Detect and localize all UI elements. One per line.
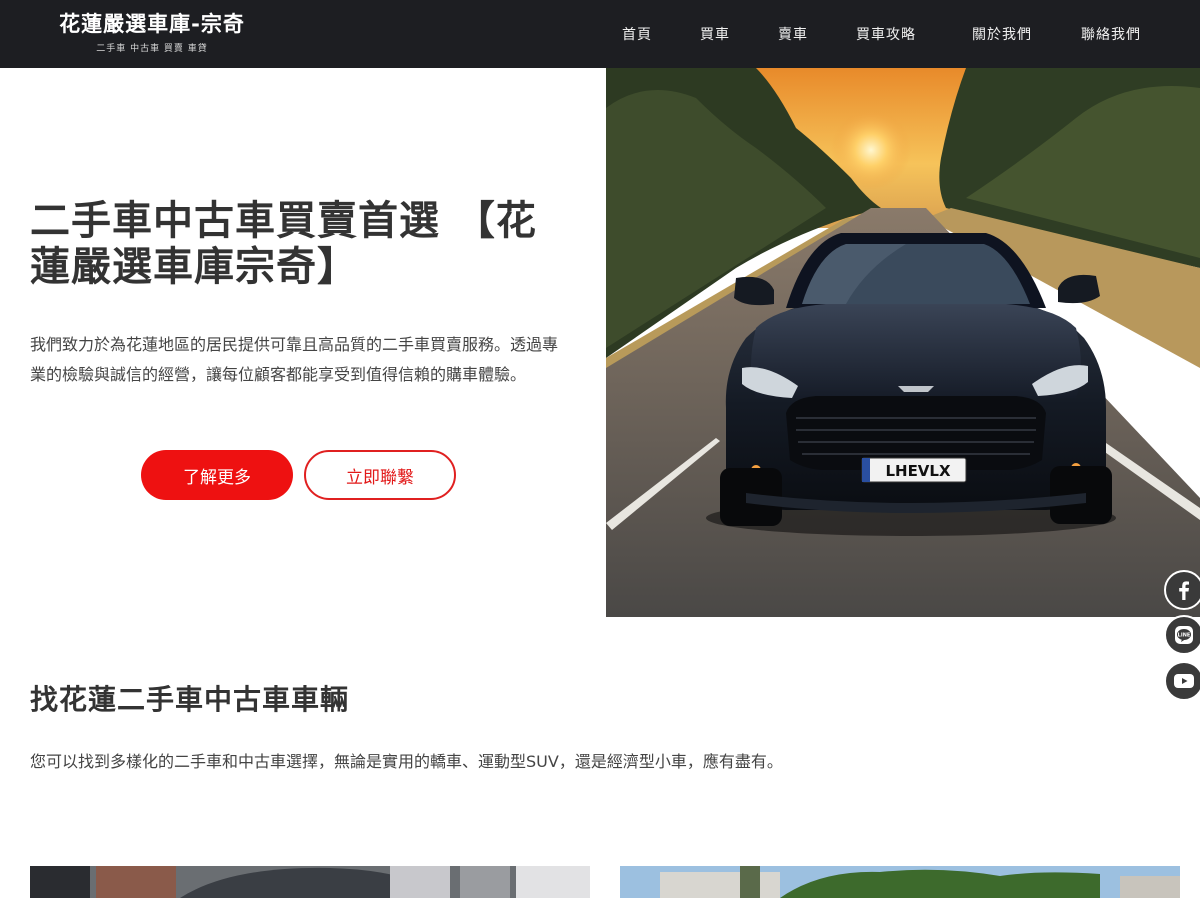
svg-text:LINE: LINE bbox=[1178, 633, 1191, 639]
line-icon: LINE bbox=[1175, 626, 1193, 644]
nav-item-buy-car[interactable]: 買車 bbox=[700, 24, 730, 44]
facebook-button[interactable] bbox=[1164, 570, 1200, 610]
youtube-button[interactable] bbox=[1164, 661, 1200, 701]
section-title: 找花蓮二手車中古車車輛 bbox=[30, 683, 350, 716]
hero-description: 我們致力於為花蓮地區的居民提供可靠且高品質的二手車買賣服務。透過專業的檢驗與誠信… bbox=[30, 335, 559, 384]
car-listing-image[interactable] bbox=[620, 866, 1180, 898]
nav-item-contact-us[interactable]: 聯絡我們 bbox=[1081, 24, 1141, 44]
hero-car-image: LHEVLX bbox=[606, 68, 1200, 617]
section-description: 您可以找到多樣化的二手車和中古車選擇，無論是實用的轎車、運動型SUV，還是經濟型… bbox=[30, 752, 783, 771]
nav-item-home[interactable]: 首頁 bbox=[622, 24, 652, 44]
main-nav: 首頁 買車 賣車 買車攻略 關於我們 聯絡我們 bbox=[0, 0, 1200, 68]
hero-title: 二手車中古車買賣首選 【花蓮嚴選車庫宗奇】 bbox=[30, 198, 537, 290]
car-listing-image[interactable] bbox=[30, 866, 590, 898]
nav-item-buying-guide[interactable]: 買車攻略 bbox=[856, 24, 916, 44]
nav-item-about-us[interactable]: 關於我們 bbox=[972, 24, 1032, 44]
youtube-icon bbox=[1174, 674, 1194, 688]
facebook-icon bbox=[1179, 581, 1189, 600]
nav-item-sell-car[interactable]: 賣車 bbox=[778, 24, 808, 44]
line-button[interactable]: LINE bbox=[1164, 615, 1200, 655]
license-plate-text: LHEVLX bbox=[885, 462, 951, 480]
contact-now-button[interactable]: 立即聯繫 bbox=[304, 450, 456, 500]
learn-more-button[interactable]: 了解更多 bbox=[141, 450, 293, 500]
site-header: 花蓮嚴選車庫-宗奇 二手車 中古車 買賣 車貸 首頁 買車 賣車 買車攻略 關於… bbox=[0, 0, 1200, 68]
